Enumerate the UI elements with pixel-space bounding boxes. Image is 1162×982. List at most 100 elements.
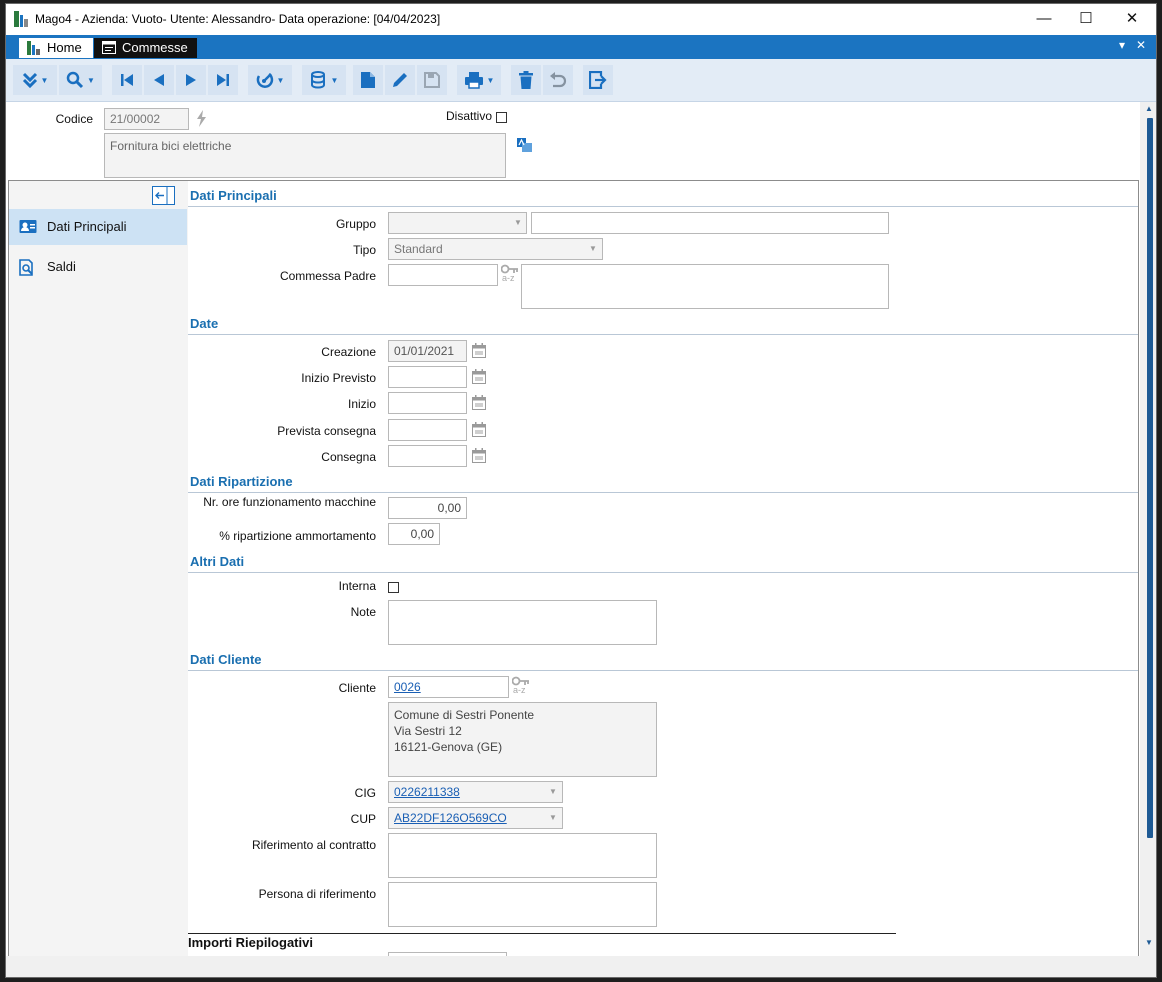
calendar-icon[interactable] [472,369,486,384]
previous-record-button[interactable] [144,65,174,95]
consegna-field[interactable] [388,445,467,467]
disattivo-label: Disattivo [445,109,492,123]
ore-macchine-field[interactable]: 0,00 [388,497,467,519]
calendar-icon[interactable] [472,343,486,358]
key-search-icon[interactable]: a-z [501,264,521,284]
interna-checkbox[interactable] [388,582,399,593]
gruppo-select[interactable] [388,212,527,234]
codice-label: Codice [55,112,93,126]
new-document-button[interactable] [353,65,383,95]
document-tab-strip: Home Commesse ▾ ✕ [6,35,1156,59]
search-caret-icon: ▼ [87,75,95,85]
new-document-icon [361,72,375,88]
maximize-button[interactable]: ☐ [1063,4,1109,35]
next-record-button[interactable] [176,65,206,95]
last-record-icon [217,74,229,86]
radar-caret-icon: ▼ [276,75,285,85]
translate-icon[interactable] [517,138,532,152]
delete-button[interactable] [511,65,541,95]
tab-commesse[interactable]: Commesse [94,38,197,58]
last-record-button[interactable] [208,65,238,95]
toolbar: ▼ ▼ ▼ ▼ ▼ [6,59,1156,102]
radar-button[interactable]: ▼ [248,65,292,95]
key-search-icon[interactable]: a-z [512,676,532,696]
scrollbar-thumb[interactable] [1147,118,1153,838]
close-window-button[interactable]: ✕ [1109,4,1155,35]
sidebar-item-dati-principali[interactable]: Dati Principali [9,209,187,245]
persona-riferimento-field[interactable] [388,882,657,927]
tipo-label: Tipo [353,243,376,257]
document-window-icon [102,41,116,54]
section-divider [188,492,1138,493]
tab-commesse-label: Commesse [122,40,188,55]
vertical-scrollbar[interactable]: ▲ ▼ [1142,102,1156,956]
codice-field[interactable]: 21/00002 [104,108,189,130]
scroll-up-icon[interactable]: ▲ [1145,104,1153,113]
search-button[interactable]: ▼ [59,65,102,95]
gruppo-description-field[interactable] [531,212,889,234]
ripartizione-field[interactable]: 0,00 [388,523,440,545]
section-title-importi: Importi Riepilogativi [188,935,313,950]
commessa-padre-field[interactable] [388,264,498,286]
scroll-down-icon[interactable]: ▼ [1145,938,1153,947]
inizio-previsto-field[interactable] [388,366,467,388]
radar-icon [256,72,273,88]
exit-button[interactable] [583,65,613,95]
close-tab-button[interactable]: ✕ [1136,38,1146,52]
calendar-icon[interactable] [472,395,486,410]
cig-dropdown-icon[interactable]: ▼ [544,782,562,802]
cup-label: CUP [350,812,376,826]
commessa-padre-description[interactable] [521,264,889,309]
section-divider [188,572,1138,573]
sidebar-item-saldi[interactable]: Saldi [9,249,187,285]
lightning-icon[interactable] [196,110,207,127]
inizio-label: Inizio [347,397,376,411]
section-divider [188,206,1138,207]
edit-button[interactable] [385,65,415,95]
expand-button[interactable]: ▼ [13,65,57,95]
print-icon [464,72,483,89]
creazione-field[interactable]: 01/01/2021 [388,340,467,362]
prevista-consegna-field[interactable] [388,419,467,441]
cliente-field[interactable]: 0026 [388,676,509,698]
tipo-select[interactable]: Standard [388,238,603,260]
database-button[interactable]: ▼ [302,65,346,95]
cig-select[interactable]: 0226211338 [388,781,563,803]
cliente-label: Cliente [338,681,376,695]
report-search-icon [19,259,33,276]
calendar-icon[interactable] [472,422,486,437]
expand-caret-icon: ▼ [40,75,49,85]
tab-home[interactable]: Home [19,38,93,58]
section-title-date: Date [190,316,219,331]
save-icon [424,72,440,88]
importi-field-partial[interactable] [388,952,507,956]
note-field[interactable] [388,600,657,645]
riferimento-contratto-label: Riferimento al contratto [251,838,376,852]
save-button[interactable] [417,65,447,95]
riferimento-contratto-field[interactable] [388,833,657,878]
collapse-sidebar-icon[interactable] [152,186,175,205]
edit-icon [393,73,407,87]
database-caret-icon: ▼ [330,75,339,85]
az-label: a-z [502,273,515,283]
description-field[interactable]: Fornitura bici elettriche [104,133,506,178]
first-record-button[interactable] [112,65,142,95]
cup-dropdown-icon[interactable]: ▼ [544,808,562,828]
sidebar-item-label: Dati Principali [47,219,127,234]
sidebar: Dati Principali Saldi [9,181,188,956]
tab-menu-button[interactable]: ▾ [1119,38,1125,52]
tipo-dropdown-icon[interactable]: ▼ [584,239,602,259]
persona-riferimento-label: Persona di riferimento [258,887,376,901]
inizio-field[interactable] [388,392,467,414]
minimize-button[interactable]: — [1021,4,1067,35]
cup-select[interactable]: AB22DF126O569CO [388,807,563,829]
calendar-icon[interactable] [472,448,486,463]
previous-record-icon [154,74,164,86]
disattivo-checkbox[interactable] [496,112,507,123]
gruppo-label: Gruppo [335,217,376,231]
undo-button[interactable] [543,65,573,95]
gruppo-dropdown-icon[interactable]: ▼ [509,213,527,233]
undo-icon [550,72,567,88]
section-title-dati-principali: Dati Principali [190,188,277,203]
print-button[interactable]: ▼ [457,65,501,95]
